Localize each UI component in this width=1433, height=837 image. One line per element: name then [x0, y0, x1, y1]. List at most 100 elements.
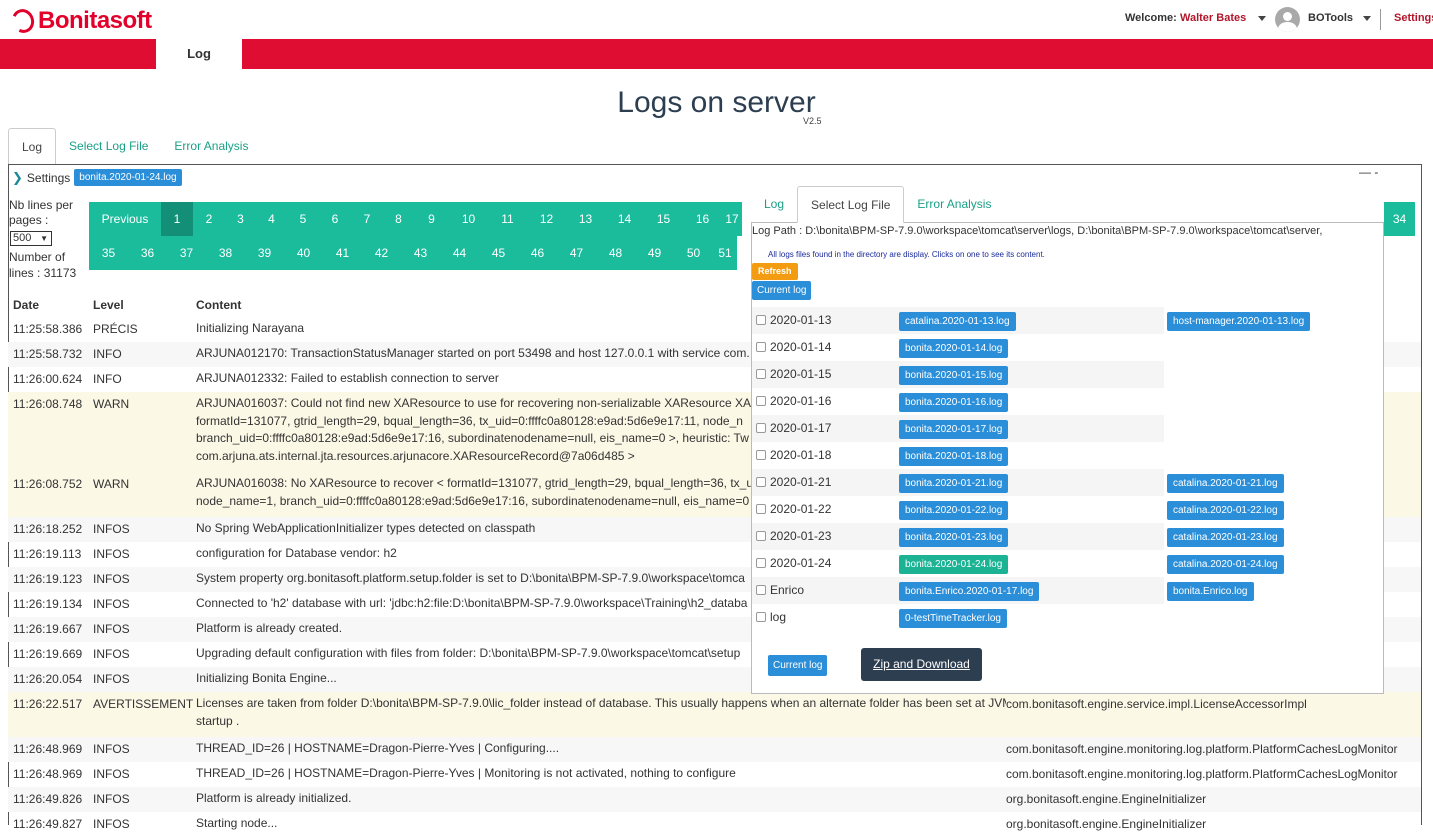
file-link[interactable]: bonita.2020-01-24.log — [899, 555, 1009, 574]
file-checkbox[interactable] — [756, 342, 766, 352]
file-link[interactable]: bonita.Enrico.log — [1167, 582, 1254, 601]
collapse-icon[interactable]: — - — [1359, 165, 1378, 179]
previous-page-button[interactable]: Previous — [89, 202, 161, 236]
page-button-46[interactable]: 46 — [518, 236, 557, 270]
file-checkbox[interactable] — [756, 369, 766, 379]
file-link[interactable]: bonita.2020-01-23.log — [899, 528, 1009, 547]
page-button-7[interactable]: 7 — [351, 202, 383, 236]
page-button-8[interactable]: 8 — [383, 202, 414, 236]
tab-error-analysis[interactable]: Error Analysis — [161, 128, 261, 165]
page-button-6[interactable]: 6 — [319, 202, 351, 236]
file-row: 2020-01-14 bonita.2020-01-14.log — [752, 334, 1164, 361]
file-link[interactable]: catalina.2020-01-23.log — [1167, 528, 1284, 547]
refresh-button[interactable]: Refresh — [752, 263, 798, 280]
table-row[interactable]: 11:26:48.969 INFOS THREAD_ID=26 | HOSTNA… — [8, 762, 1421, 787]
settings-toggle[interactable]: ❯ Settings bonita.2020-01-24.log — [12, 169, 182, 186]
file-checkbox[interactable] — [756, 315, 766, 325]
page-button-11[interactable]: 11 — [488, 202, 527, 236]
file-link[interactable]: bonita.2020-01-17.log — [899, 420, 1009, 439]
page-button-43[interactable]: 43 — [401, 236, 440, 270]
page-button-51[interactable]: 51 — [713, 236, 737, 270]
current-log-button-bottom[interactable]: Current log — [768, 655, 828, 676]
page-title: Logs on server — [617, 86, 816, 119]
file-checkbox[interactable] — [756, 450, 766, 460]
overlay-tab-log[interactable]: Log — [751, 186, 797, 222]
page-button-44[interactable]: 44 — [440, 236, 479, 270]
page-button-49[interactable]: 49 — [635, 236, 674, 270]
app-name-label: BOTools — [1308, 12, 1354, 24]
zip-download-button[interactable]: Zip and Download — [861, 648, 982, 681]
file-link[interactable]: host-manager.2020-01-13.log — [1167, 312, 1311, 331]
file-link[interactable]: bonita.2020-01-15.log — [899, 366, 1009, 385]
tab-select-log-file[interactable]: Select Log File — [56, 128, 161, 165]
page-button-48[interactable]: 48 — [596, 236, 635, 270]
page-button-40[interactable]: 40 — [284, 236, 323, 270]
file-checkbox[interactable] — [756, 612, 766, 622]
file-link[interactable]: bonita.2020-01-21.log — [899, 474, 1009, 493]
page-button-2[interactable]: 2 — [193, 202, 225, 236]
nav-tab-log[interactable]: Log — [156, 39, 242, 69]
page-button-4[interactable]: 4 — [256, 202, 287, 236]
user-menu-caret-icon[interactable] — [1258, 16, 1266, 21]
page-button-10[interactable]: 10 — [449, 202, 488, 236]
page-button-15[interactable]: 15 — [644, 202, 683, 236]
table-row[interactable]: 11:26:49.826 INFOS Platform is already i… — [8, 787, 1421, 812]
file-checkbox[interactable] — [756, 477, 766, 487]
file-checkbox[interactable] — [756, 558, 766, 568]
row-level: AVERTISSEMENT — [93, 697, 194, 711]
page-button-39[interactable]: 39 — [245, 236, 284, 270]
page-button-5[interactable]: 5 — [287, 202, 319, 236]
file-link[interactable]: bonita.2020-01-14.log — [899, 339, 1009, 358]
file-link[interactable]: catalina.2020-01-24.log — [1167, 555, 1284, 574]
table-row[interactable]: 11:26:48.969 INFOS THREAD_ID=26 | HOSTNA… — [8, 737, 1421, 762]
file-checkbox[interactable] — [756, 585, 766, 595]
page-button-41[interactable]: 41 — [323, 236, 362, 270]
page-button-36[interactable]: 36 — [128, 236, 167, 270]
current-log-button-top[interactable]: Current log — [752, 281, 812, 300]
file-link[interactable]: 0-testTimeTracker.log — [899, 609, 1007, 628]
app-menu-caret-icon[interactable] — [1363, 16, 1371, 21]
file-link[interactable]: catalina.2020-01-21.log — [1167, 474, 1284, 493]
file-link[interactable]: bonita.Enrico.2020-01-17.log — [899, 582, 1040, 601]
row-date: 11:26:48.969 — [13, 742, 83, 756]
file-checkbox[interactable] — [756, 423, 766, 433]
avatar[interactable] — [1275, 7, 1300, 32]
page-button-14[interactable]: 14 — [605, 202, 644, 236]
page-button-3[interactable]: 3 — [225, 202, 256, 236]
file-link[interactable]: bonita.2020-01-18.log — [899, 447, 1009, 466]
page-button-35[interactable]: 35 — [89, 236, 128, 270]
file-date: 2020-01-16 — [770, 394, 832, 408]
file-date: 2020-01-14 — [770, 340, 832, 354]
page-button-1[interactable]: 1 — [161, 202, 193, 236]
file-date: 2020-01-13 — [770, 313, 832, 327]
file-link[interactable]: catalina.2020-01-13.log — [899, 312, 1016, 331]
page-button-13[interactable]: 13 — [566, 202, 605, 236]
page-button-38[interactable]: 38 — [206, 236, 245, 270]
page-button-12[interactable]: 12 — [527, 202, 566, 236]
page-button-9[interactable]: 9 — [414, 202, 449, 236]
page-button-16[interactable]: 16 — [683, 202, 722, 236]
page-button-47[interactable]: 47 — [557, 236, 596, 270]
table-row[interactable]: 11:26:22.517 AVERTISSEMENT Licenses are … — [8, 692, 1421, 737]
overlay-tab-select-log-file[interactable]: Select Log File — [797, 186, 905, 223]
file-checkbox[interactable] — [756, 531, 766, 541]
overlay-tab-error-analysis[interactable]: Error Analysis — [904, 186, 1004, 222]
file-link[interactable]: catalina.2020-01-22.log — [1167, 501, 1284, 520]
file-checkbox[interactable] — [756, 504, 766, 514]
file-checkbox[interactable] — [756, 396, 766, 406]
settings-link[interactable]: Settings — [1394, 12, 1433, 24]
page-button-37[interactable]: 37 — [167, 236, 206, 270]
user-name-link[interactable]: Walter Bates — [1180, 12, 1246, 24]
file-link[interactable]: bonita.2020-01-16.log — [899, 393, 1009, 412]
page-button-42[interactable]: 42 — [362, 236, 401, 270]
version-label: V2.5 — [803, 116, 822, 126]
file-link[interactable]: bonita.2020-01-22.log — [899, 501, 1009, 520]
page-button-50[interactable]: 50 — [674, 236, 713, 270]
tab-log[interactable]: Log — [8, 128, 57, 165]
page-button-45[interactable]: 45 — [479, 236, 518, 270]
bonitasoft-logo[interactable]: Bonitasoft — [8, 5, 152, 37]
row-level: INFOS — [93, 522, 130, 536]
nb-lines-select[interactable]: 500 ▼ — [10, 231, 52, 246]
page-button-last[interactable]: 34 — [1384, 202, 1415, 236]
page-button-17[interactable]: 17 — [722, 202, 742, 236]
